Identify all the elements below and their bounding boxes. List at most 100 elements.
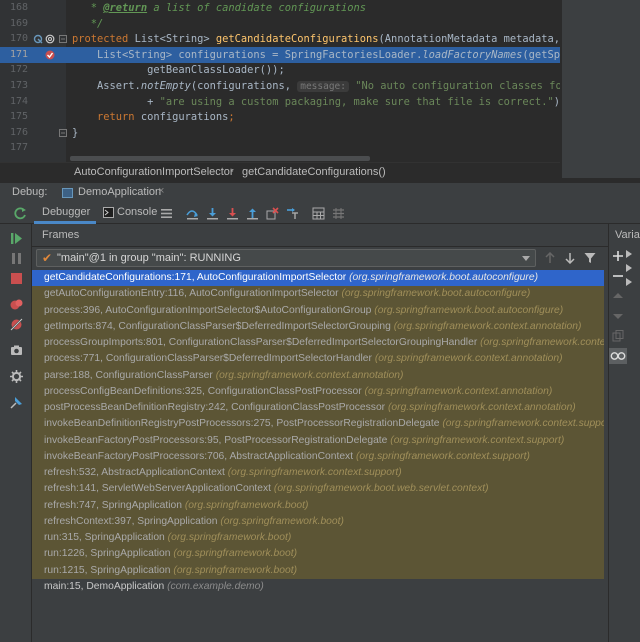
code-text[interactable]: getBeanClassLoader()); [72, 62, 285, 78]
editor-horizontal-scrollbar[interactable] [70, 156, 370, 161]
step-into-icon[interactable] [206, 207, 219, 220]
stack-frame[interactable]: getCandidateConfigurations:171, AutoConf… [32, 270, 604, 287]
view-breakpoints-icon[interactable] [10, 298, 23, 311]
remove-watch-icon[interactable] [611, 269, 625, 283]
code-line[interactable]: 176} [0, 125, 560, 141]
stack-frame-label: refreshContext:397, SpringApplication (o… [44, 514, 344, 530]
code-line[interactable]: 173 Assert.notEmpty(configurations, mess… [0, 78, 599, 94]
close-tab-icon[interactable]: × [158, 185, 164, 197]
add-watch-icon[interactable] [611, 249, 625, 263]
trace-icon[interactable] [332, 207, 345, 220]
tab-debugger[interactable]: Debugger [34, 202, 96, 224]
resume-program-icon[interactable] [10, 232, 23, 245]
step-over-icon[interactable] [186, 207, 199, 220]
thread-selector[interactable]: ✔ "main"@1 in group "main": RUNNING [36, 249, 536, 267]
code-text[interactable]: protected List<String> getCandidateConfi… [72, 31, 610, 47]
code-token: notEmpty [140, 80, 191, 92]
stack-frame[interactable]: getImports:874, ConfigurationClassParser… [32, 318, 604, 336]
code-text[interactable]: List<String> configurations = SpringFact… [72, 47, 610, 63]
move-up-icon[interactable] [611, 289, 625, 303]
pin-icon[interactable] [10, 396, 23, 409]
stack-frame-label: run:1226, SpringApplication (org.springf… [44, 546, 297, 562]
force-step-into-icon[interactable] [226, 207, 239, 220]
code-line[interactable]: 169 */ [0, 16, 560, 32]
stack-frame[interactable]: invokeBeanFactoryPostProcessors:706, Abs… [32, 448, 604, 466]
fold-icon[interactable] [58, 34, 68, 44]
stack-frame[interactable]: postProcessBeanDefinitionRegistry:242, C… [32, 400, 604, 417]
filter-icon[interactable] [584, 252, 596, 264]
copy-icon[interactable] [611, 329, 625, 343]
line-number[interactable]: 175 [0, 109, 28, 125]
code-line[interactable]: 174 + "are using a custom packaging, mak… [0, 94, 566, 110]
line-number[interactable]: 173 [0, 78, 28, 94]
stack-frame-package: (org.springframework.boot) [220, 515, 344, 527]
code-line[interactable]: 177 [0, 140, 560, 156]
code-text[interactable]: + "are using a custom packaging, make su… [72, 94, 566, 110]
evaluate-expression-icon[interactable] [312, 207, 325, 220]
breadcrumb-method[interactable]: getCandidateConfigurations() [242, 166, 386, 178]
tab-console[interactable]: Console [100, 202, 160, 224]
line-number[interactable]: 174 [0, 94, 28, 110]
stack-frame-package: (org.springframework.boot) [173, 564, 297, 576]
stack-frame[interactable]: processConfigBeanDefinitions:325, Config… [32, 383, 604, 401]
line-number[interactable]: 171 [0, 47, 28, 63]
stop-icon[interactable] [10, 272, 23, 285]
stack-frame[interactable]: invokeBeanDefinitionRegistryPostProcesso… [32, 416, 604, 433]
mute-breakpoints-icon[interactable] [10, 318, 23, 331]
stack-frame[interactable]: run:315, SpringApplication (org.springfr… [32, 530, 604, 547]
stack-frame[interactable]: refresh:141, ServletWebServerApplication… [32, 481, 604, 498]
code-editor[interactable]: 168 * @return a list of candidate config… [0, 0, 640, 162]
stack-frame[interactable]: process:771, ConfigurationClassParser$De… [32, 351, 604, 368]
breadcrumb-class[interactable]: AutoConfigurationImportSelector [74, 166, 234, 178]
stack-frame[interactable]: invokeBeanFactoryPostProcessors:95, Post… [32, 432, 604, 449]
rerun-icon[interactable] [14, 207, 27, 220]
step-out-icon[interactable] [246, 207, 259, 220]
drop-frame-icon[interactable] [266, 207, 279, 220]
stack-frame[interactable]: getAutoConfigurationEntry:116, AutoConfi… [32, 286, 604, 303]
stack-frame-package: (org.springframework.context.annotation) [215, 369, 404, 381]
variables-expand-arrows[interactable] [625, 248, 635, 288]
menu-lines-icon[interactable] [160, 207, 173, 220]
code-line[interactable]: 170 protected List<String> getCandidateCo… [0, 31, 610, 47]
fold-icon[interactable] [58, 128, 68, 138]
stack-frame[interactable]: run:1215, SpringApplication (org.springf… [32, 562, 604, 579]
stack-frame[interactable]: parse:188, ConfigurationClassParser (org… [32, 367, 604, 384]
stack-frame[interactable]: main:15, DemoApplication (com.example.de… [32, 579, 604, 595]
line-number[interactable]: 168 [0, 0, 28, 16]
line-number[interactable]: 170 [0, 31, 28, 47]
stack-frame[interactable]: refreshContext:397, SpringApplication (o… [32, 513, 604, 531]
move-down-icon[interactable] [611, 309, 625, 323]
code-text[interactable]: Assert.notEmpty(configurations, message:… [72, 78, 599, 95]
code-text[interactable]: */ [72, 16, 104, 32]
run-config-tab[interactable]: DemoApplication × [56, 183, 168, 203]
stack-frame-method: invokeBeanDefinitionRegistryPostProcesso… [44, 418, 440, 430]
frame-list[interactable]: getCandidateConfigurations:171, AutoConf… [32, 270, 604, 642]
code-text[interactable]: return configurations; [72, 109, 235, 125]
camera-icon[interactable] [10, 344, 23, 357]
breakpoint-icon[interactable] [45, 50, 55, 60]
stack-frame[interactable]: run:1226, SpringApplication (org.springf… [32, 546, 604, 563]
stack-frame[interactable]: refresh:747, SpringApplication (org.spri… [32, 497, 604, 514]
arrow-up-icon[interactable] [544, 252, 556, 264]
line-number[interactable]: 177 [0, 140, 28, 156]
implementing-method-icon[interactable] [33, 34, 43, 44]
stack-frame[interactable]: processGroupImports:801, ConfigurationCl… [32, 335, 604, 352]
code-line[interactable]: 168 * @return a list of candidate config… [0, 0, 560, 16]
stack-frame[interactable]: refresh:532, AbstractApplicationContext … [32, 465, 604, 482]
stack-frame[interactable]: process:396, AutoConfigurationImportSele… [32, 302, 604, 319]
code-line[interactable]: 175 return configurations; [0, 109, 560, 125]
pause-program-icon[interactable] [10, 252, 23, 265]
line-number[interactable]: 176 [0, 125, 28, 141]
code-text[interactable]: * @return a list of candidate configurat… [72, 0, 366, 16]
run-to-cursor-icon[interactable] [286, 207, 299, 220]
line-number[interactable]: 172 [0, 62, 28, 78]
code-line[interactable]: 172 getBeanClassLoader()); [0, 62, 560, 78]
line-number[interactable]: 169 [0, 16, 28, 32]
settings-gear-icon[interactable] [10, 370, 23, 383]
annotation-at-icon[interactable] [45, 34, 55, 44]
tab-debugger-label: Debugger [42, 206, 91, 218]
watches-glasses-icon[interactable] [609, 348, 627, 364]
code-text[interactable]: } [72, 125, 78, 141]
code-line[interactable]: 171 List<String> configurations = Spring… [0, 46, 610, 63]
arrow-down-icon[interactable] [564, 252, 576, 264]
